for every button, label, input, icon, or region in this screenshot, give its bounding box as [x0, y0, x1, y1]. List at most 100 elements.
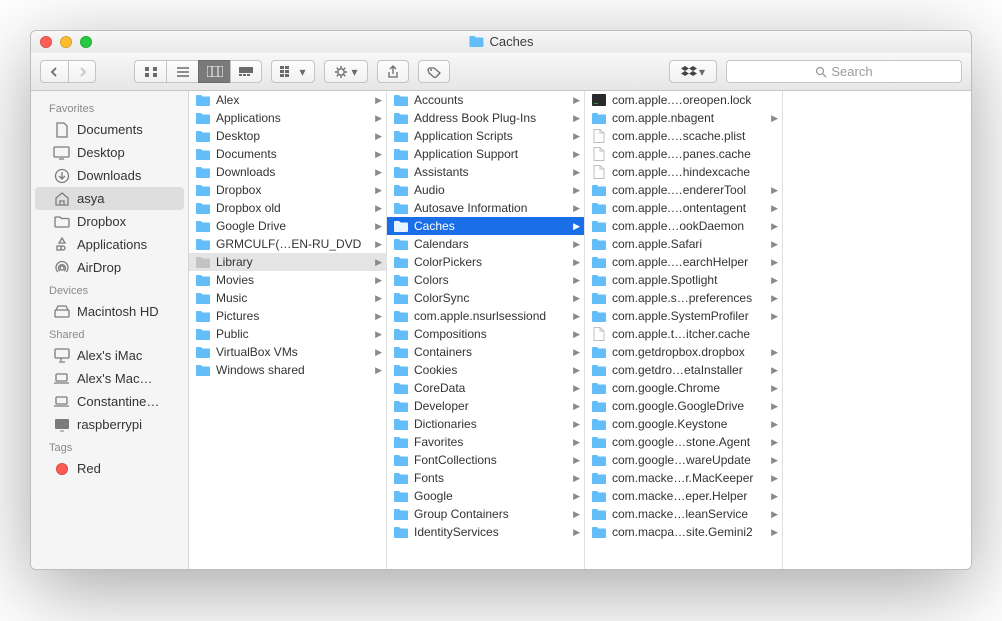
file-row[interactable]: Developer▶ — [387, 397, 584, 415]
file-row[interactable]: com.google.Chrome▶ — [585, 379, 782, 397]
forward-button[interactable] — [68, 60, 96, 83]
file-row[interactable]: Audio▶ — [387, 181, 584, 199]
share-button[interactable] — [377, 60, 409, 83]
close-button[interactable] — [40, 36, 52, 48]
file-row[interactable]: Documents▶ — [189, 145, 386, 163]
file-row[interactable]: GRMCULF(…EN-RU_DVD▶ — [189, 235, 386, 253]
file-row[interactable]: com.macke…eper.Helper▶ — [585, 487, 782, 505]
sidebar-item[interactable]: Desktop — [35, 141, 184, 164]
file-row[interactable]: com.getdro…etaInstaller▶ — [585, 361, 782, 379]
zoom-button[interactable] — [80, 36, 92, 48]
column[interactable]: _com.apple.…oreopen.lockcom.apple.nbagen… — [585, 91, 783, 569]
file-row[interactable]: com.apple.s…preferences▶ — [585, 289, 782, 307]
file-row[interactable]: Caches▶ — [387, 217, 584, 235]
file-row[interactable]: _com.apple.…oreopen.lock — [585, 91, 782, 109]
sidebar-item[interactable]: asya — [35, 187, 184, 210]
file-row[interactable]: com.apple.Safari▶ — [585, 235, 782, 253]
sidebar-item[interactable]: Constantine… — [35, 390, 184, 413]
file-row[interactable]: Desktop▶ — [189, 127, 386, 145]
file-row[interactable]: Alex▶ — [189, 91, 386, 109]
file-row[interactable]: Downloads▶ — [189, 163, 386, 181]
file-row[interactable]: com.macke…leanService▶ — [585, 505, 782, 523]
file-row[interactable]: Dictionaries▶ — [387, 415, 584, 433]
file-row[interactable]: com.google…wareUpdate▶ — [585, 451, 782, 469]
sidebar-item[interactable]: Red — [35, 457, 184, 480]
file-row[interactable]: Application Support▶ — [387, 145, 584, 163]
column-empty[interactable] — [783, 91, 971, 569]
sidebar-item[interactable]: Applications — [35, 233, 184, 256]
file-row[interactable]: com.apple.…scache.plist — [585, 127, 782, 145]
file-row[interactable]: Music▶ — [189, 289, 386, 307]
file-row[interactable]: com.apple.SystemProfiler▶ — [585, 307, 782, 325]
column[interactable]: Accounts▶Address Book Plug-Ins▶Applicati… — [387, 91, 585, 569]
file-row[interactable]: Movies▶ — [189, 271, 386, 289]
file-row[interactable]: com.apple.t…itcher.cache — [585, 325, 782, 343]
file-row[interactable]: Public▶ — [189, 325, 386, 343]
sidebar-item[interactable]: Alex's Mac… — [35, 367, 184, 390]
view-list-button[interactable] — [166, 60, 198, 83]
file-row[interactable]: com.apple.…panes.cache — [585, 145, 782, 163]
file-row[interactable]: Windows shared▶ — [189, 361, 386, 379]
dropbox-button[interactable]: ▾ — [669, 60, 717, 83]
file-row[interactable]: com.apple.…earchHelper▶ — [585, 253, 782, 271]
file-row[interactable]: Applications▶ — [189, 109, 386, 127]
file-row[interactable]: CoreData▶ — [387, 379, 584, 397]
minimize-button[interactable] — [60, 36, 72, 48]
finder-window: Caches ▾ ▾ ▾ Search FavoritesDocumentsDe… — [30, 30, 972, 570]
file-row[interactable]: com.google.Keystone▶ — [585, 415, 782, 433]
file-row[interactable]: Fonts▶ — [387, 469, 584, 487]
tags-button[interactable] — [418, 60, 450, 83]
file-row[interactable]: ColorSync▶ — [387, 289, 584, 307]
sidebar-item[interactable]: Macintosh HD — [35, 300, 184, 323]
back-button[interactable] — [40, 60, 68, 83]
file-row[interactable]: Pictures▶ — [189, 307, 386, 325]
file-row[interactable]: com.apple…ookDaemon▶ — [585, 217, 782, 235]
file-row[interactable]: IdentityServices▶ — [387, 523, 584, 541]
file-row[interactable]: com.google.GoogleDrive▶ — [585, 397, 782, 415]
sidebar-item[interactable]: AirDrop — [35, 256, 184, 279]
file-row[interactable]: com.macpa…site.Gemini2▶ — [585, 523, 782, 541]
file-row[interactable]: Application Scripts▶ — [387, 127, 584, 145]
file-row[interactable]: Dropbox▶ — [189, 181, 386, 199]
column[interactable]: Alex▶Applications▶Desktop▶Documents▶Down… — [189, 91, 387, 569]
view-gallery-button[interactable] — [230, 60, 262, 83]
view-column-button[interactable] — [198, 60, 230, 83]
file-row[interactable]: Library▶ — [189, 253, 386, 271]
file-row[interactable]: com.apple.…hindexcache — [585, 163, 782, 181]
sidebar-item[interactable]: Dropbox — [35, 210, 184, 233]
file-row[interactable]: com.macke…r.MacKeeper▶ — [585, 469, 782, 487]
file-row[interactable]: Assistants▶ — [387, 163, 584, 181]
file-row[interactable]: com.apple.…ontentagent▶ — [585, 199, 782, 217]
file-row[interactable]: com.apple.nsurlsessiond▶ — [387, 307, 584, 325]
file-row[interactable]: Colors▶ — [387, 271, 584, 289]
action-button[interactable]: ▾ — [324, 60, 368, 83]
file-row[interactable]: Dropbox old▶ — [189, 199, 386, 217]
search-field[interactable]: Search — [726, 60, 962, 83]
sidebar-item[interactable]: Documents — [35, 118, 184, 141]
file-row[interactable]: ColorPickers▶ — [387, 253, 584, 271]
sidebar-item[interactable]: raspberrypi — [35, 413, 184, 436]
file-row[interactable]: com.apple.…endererTool▶ — [585, 181, 782, 199]
file-row[interactable]: Favorites▶ — [387, 433, 584, 451]
file-row[interactable]: com.getdropbox.dropbox▶ — [585, 343, 782, 361]
sidebar-item[interactable]: Alex's iMac — [35, 344, 184, 367]
file-row[interactable]: Google▶ — [387, 487, 584, 505]
file-row[interactable]: Containers▶ — [387, 343, 584, 361]
file-row[interactable]: Address Book Plug-Ins▶ — [387, 109, 584, 127]
file-name: Google Drive — [216, 219, 370, 233]
file-row[interactable]: Compositions▶ — [387, 325, 584, 343]
file-row[interactable]: com.apple.nbagent▶ — [585, 109, 782, 127]
file-row[interactable]: Cookies▶ — [387, 361, 584, 379]
file-row[interactable]: Autosave Information▶ — [387, 199, 584, 217]
arrange-button[interactable]: ▾ — [271, 60, 315, 83]
file-row[interactable]: FontCollections▶ — [387, 451, 584, 469]
file-row[interactable]: Google Drive▶ — [189, 217, 386, 235]
file-row[interactable]: Group Containers▶ — [387, 505, 584, 523]
file-row[interactable]: com.apple.Spotlight▶ — [585, 271, 782, 289]
view-icon-button[interactable] — [134, 60, 166, 83]
sidebar-item[interactable]: Downloads — [35, 164, 184, 187]
file-row[interactable]: Accounts▶ — [387, 91, 584, 109]
file-row[interactable]: VirtualBox VMs▶ — [189, 343, 386, 361]
file-row[interactable]: com.google…stone.Agent▶ — [585, 433, 782, 451]
file-row[interactable]: Calendars▶ — [387, 235, 584, 253]
